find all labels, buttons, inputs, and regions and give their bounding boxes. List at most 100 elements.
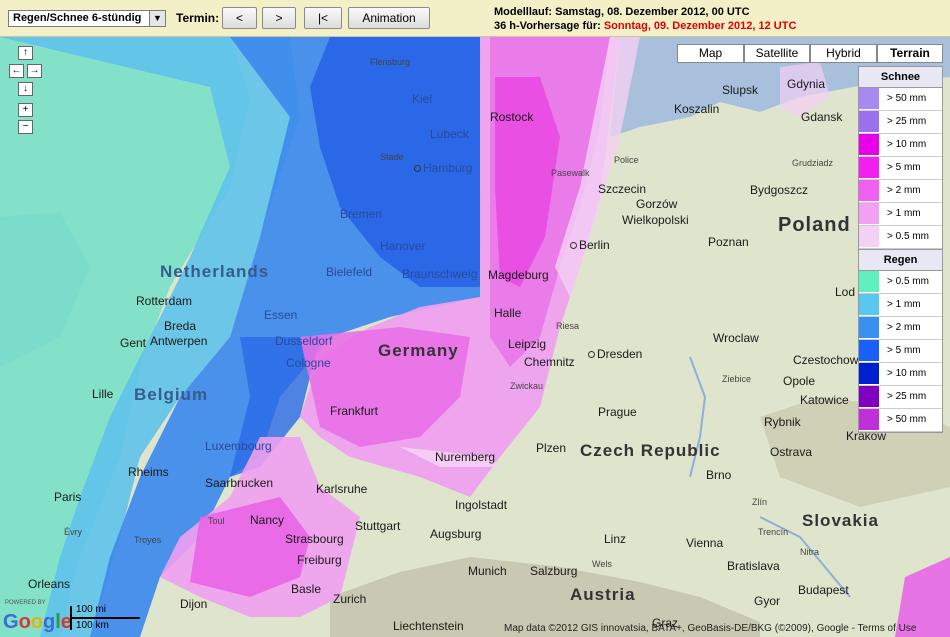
country-label: Austria [570, 585, 636, 604]
legend-swatch [859, 317, 879, 338]
city-label: Dresden [588, 347, 642, 361]
prev-button[interactable]: < [222, 7, 257, 29]
city-label: Basle [291, 582, 322, 596]
forecast-text: 36 h-Vorhersage für: Sonntag, 09. Dezemb… [494, 20, 796, 32]
city-label: Trencín [758, 527, 789, 537]
city-label: Évry [64, 527, 82, 537]
legend-row: > 1 mm [859, 294, 942, 317]
map-attribution[interactable]: Map data ©2012 GIS innovatsia, BATA+, Ge… [504, 623, 916, 634]
city-label: Zurich [333, 592, 367, 606]
city-label: Antwerpen [150, 334, 208, 348]
city-label: Hamburg [414, 161, 472, 175]
pan-down-button[interactable]: ↓ [18, 82, 33, 96]
city-label: Stuttgart [355, 519, 401, 533]
city-label: Dijon [180, 597, 208, 611]
city-label: Lod [835, 285, 856, 299]
country-label: Slovakia [802, 511, 879, 530]
product-select[interactable]: Regen/Schnee 6-stündig ▼ [8, 10, 166, 27]
city-dot [570, 242, 577, 250]
city-label: Frankfurt [330, 404, 379, 418]
legend-row: > 2 mm [859, 317, 942, 340]
map-canvas[interactable]: Flensburg Kiel Lubeck Rostock Stade Hamb… [0, 37, 950, 637]
city-label: Rybnik [764, 415, 801, 429]
city-label: Saarbrucken [205, 476, 274, 490]
city-name: Berlin [579, 238, 610, 252]
legend-swatch [859, 180, 879, 201]
legend-row: > 0.5 mm [859, 271, 942, 294]
legend-rain-title: Regen [859, 249, 942, 271]
legend-swatch [859, 88, 879, 109]
city-label: Opole [783, 374, 816, 388]
legend-swatch [859, 409, 879, 430]
city-label: Vienna [686, 536, 724, 550]
legend-label: > 10 mm [887, 368, 927, 379]
city-label: Rheims [128, 465, 169, 479]
legend-row: > 10 mm [859, 134, 942, 157]
city-label: Wels [592, 559, 612, 569]
legend-label: > 50 mm [887, 93, 927, 104]
city-label: Rostock [490, 110, 534, 124]
city-name: Hamburg [423, 161, 473, 175]
map-type-hybrid[interactable]: Hybrid [810, 44, 877, 63]
city-label: Strasbourg [285, 532, 344, 546]
city-label: Szczecin [598, 182, 647, 196]
legend-row: > 50 mm [859, 88, 942, 111]
legend-swatch [859, 271, 879, 292]
city-label: Grudziadz [792, 158, 834, 168]
city-label: Cologne [286, 356, 331, 370]
city-label: Hanover [380, 239, 426, 253]
city-label: Wielkopolski [622, 213, 689, 227]
legend-swatch [859, 363, 879, 384]
city-label: Zlín [752, 497, 768, 507]
zoom-in-button[interactable]: + [18, 103, 33, 117]
city-label: Leipzig [508, 337, 547, 351]
city-label: Freiburg [297, 553, 342, 567]
scale-mi: 100 mi [76, 604, 107, 615]
city-label: Munich [468, 564, 507, 578]
city-label: Plzen [536, 441, 567, 455]
city-name: Dresden [597, 347, 643, 361]
country-label: Germany [378, 341, 459, 360]
city-label: Breda [164, 319, 197, 333]
pan-up-button[interactable]: ↑ [18, 46, 33, 60]
city-label: Liechtenstein [393, 619, 464, 633]
city-label: Nuremberg [435, 450, 496, 464]
city-label: Dusseldorf [275, 334, 333, 348]
legend-row: > 5 mm [859, 340, 942, 363]
city-label: Orleans [28, 577, 71, 591]
city-label: Ziebice [722, 374, 752, 384]
google-logo[interactable]: Google [3, 611, 72, 634]
map-type-terrain[interactable]: Terrain [877, 44, 943, 63]
map-type-satellite[interactable]: Satellite [744, 44, 810, 63]
map-type-map[interactable]: Map [677, 44, 744, 63]
legend-row: > 5 mm [859, 157, 942, 180]
city-label: Gdynia [787, 77, 826, 91]
city-label: Rotterdam [136, 294, 193, 308]
legend-label: > 5 mm [887, 345, 921, 356]
city-label: Augsburg [430, 527, 482, 541]
legend-label: > 2 mm [887, 185, 921, 196]
city-label: Bydgoszcz [750, 183, 809, 197]
animation-button[interactable]: Animation [348, 7, 430, 29]
city-label: Bielefeld [326, 265, 373, 279]
scale-km: 100 km [76, 620, 109, 631]
chevron-down-icon[interactable]: ▼ [149, 11, 165, 26]
city-label: Gyor [754, 594, 781, 608]
next-button[interactable]: > [262, 7, 296, 29]
pan-left-button[interactable]: ← [9, 64, 24, 78]
forecast-prefix: 36 h-Vorhersage für: [494, 20, 604, 32]
city-label: Linz [604, 532, 627, 546]
legend-swatch [859, 340, 879, 361]
legend-label: > 50 mm [887, 414, 927, 425]
pan-right-button[interactable]: → [27, 64, 42, 78]
legend-swatch [859, 203, 879, 224]
city-label: Ingolstadt [455, 498, 508, 512]
city-label: Toul [208, 516, 225, 526]
zoom-out-button[interactable]: − [18, 120, 33, 134]
city-label: Gdansk [801, 110, 843, 124]
first-button[interactable]: |< [304, 7, 342, 29]
city-label: Salzburg [530, 564, 578, 578]
product-select-value: Regen/Schnee 6-stündig [13, 12, 142, 24]
legend-row: > 2 mm [859, 180, 942, 203]
city-label: Nancy [250, 513, 285, 527]
